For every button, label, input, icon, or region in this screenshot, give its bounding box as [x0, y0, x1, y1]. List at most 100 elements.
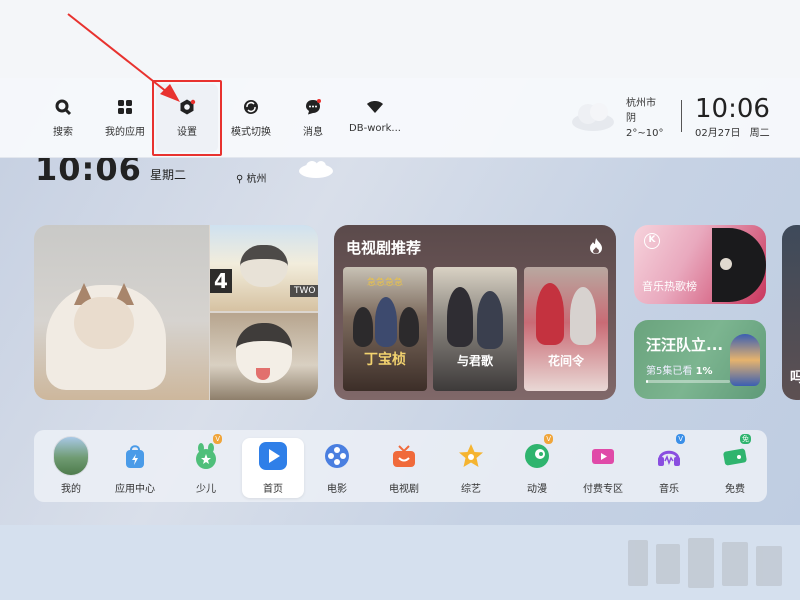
dock-item-free[interactable]: 免 免费 — [704, 434, 766, 495]
star-icon — [453, 438, 489, 474]
free-badge: 免 — [740, 434, 751, 444]
ticket-icon — [585, 438, 621, 474]
poster-head: 急急急急 — [366, 278, 403, 288]
dock-item-variety[interactable]: 综艺 — [440, 438, 502, 495]
continue-watching-title: 汪汪队立... — [646, 336, 724, 354]
wifi-icon — [367, 101, 383, 113]
control-messages-button[interactable]: 消息 — [278, 98, 348, 138]
dock-item-anime[interactable]: V 动漫 — [506, 434, 568, 495]
watch-progress-fill — [646, 380, 648, 383]
control-label: DB-work... — [349, 123, 401, 134]
dog-figure — [240, 245, 288, 287]
poster-figure — [570, 287, 596, 345]
drama-poster[interactable]: 急急急急 丁宝桢 — [343, 267, 427, 391]
dock-item-music[interactable]: V 音乐 — [638, 434, 700, 495]
watch-progress-bar — [646, 380, 730, 383]
dock-label: 电影 — [327, 484, 347, 495]
poster-caption: 丁宝桢 — [364, 352, 406, 368]
dog-photo-bottom — [210, 313, 318, 400]
bottom-nav-dock: 我的 应用中心 V 少儿 首页 电影 电视剧 综艺 V 动漫 付费专区 V 音乐… — [34, 430, 767, 502]
headphone-icon: V — [651, 434, 687, 474]
dock-item-app-center[interactable]: 应用中心 — [104, 438, 166, 495]
k-logo-icon: K — [644, 233, 660, 249]
progress-percent: 1% — [695, 366, 713, 377]
drama-poster[interactable]: 与君歌 — [433, 267, 517, 391]
free-ticket-icon: 免 — [717, 434, 753, 474]
sign-four: 4 — [210, 269, 232, 293]
control-label: 搜索 — [53, 127, 73, 138]
partial-card-text: 吗 — [790, 370, 800, 386]
home-location-label: 杭州 — [246, 174, 267, 185]
control-label: 消息 — [303, 127, 323, 138]
poster-figure — [399, 307, 419, 347]
partial-card[interactable]: 吗 — [782, 225, 800, 400]
anime-icon: V — [519, 434, 555, 474]
app-center-icon — [117, 438, 153, 474]
dog-photo-top: 4 TWO — [210, 225, 318, 311]
dock-label: 免费 — [725, 484, 745, 495]
clock-time: 10:06 — [695, 94, 770, 124]
play-icon — [255, 438, 291, 474]
dock-item-home[interactable]: 首页 — [242, 438, 304, 498]
weather-condition: 阴 — [626, 113, 636, 124]
dock-label: 音乐 — [659, 484, 679, 495]
weekday-label: 周二 — [749, 128, 770, 139]
dock-label: 电视剧 — [389, 484, 419, 495]
vinyl-center — [720, 258, 732, 270]
home-weekday: 星期二 — [150, 168, 187, 182]
photo-album-card[interactable]: 4 TWO — [34, 225, 318, 400]
dock-label: 我的 — [61, 484, 81, 495]
weather-city: 杭州市 — [626, 98, 656, 109]
vip-badge: V — [544, 434, 553, 444]
cloud-icon — [572, 103, 614, 131]
drama-poster[interactable]: 花间令 — [524, 267, 608, 391]
message-icon — [306, 99, 321, 115]
divider — [681, 100, 682, 132]
poster-figure — [477, 291, 503, 349]
dock-label: 少儿 — [196, 484, 216, 495]
home-cloud-icon — [299, 161, 333, 178]
dock-item-kids[interactable]: V 少儿 — [175, 434, 237, 495]
music-card-label: 音乐热歌榜 — [642, 280, 697, 293]
dock-item-paid[interactable]: 付费专区 — [572, 438, 634, 495]
clock-date: 02月27日 周二 — [695, 124, 776, 139]
continue-watching-card[interactable]: 汪汪队立... 第5集已看 1% — [634, 320, 766, 399]
avatar — [53, 436, 89, 476]
weather-temp: 2°~10° — [626, 128, 664, 139]
episode-label: 第5集已看 — [646, 366, 693, 377]
vip-badge: V — [213, 434, 222, 444]
continue-watching-progress-text: 第5集已看 1% — [646, 362, 713, 377]
dock-item-mine[interactable]: 我的 — [40, 436, 102, 495]
location-pin-icon: ⚲ — [236, 174, 244, 185]
home-location: ⚲ 杭州 — [236, 170, 267, 185]
cat-photo — [34, 225, 209, 400]
poster-figure — [447, 287, 473, 347]
tv-recommend-card[interactable]: 电视剧推荐 急急急急 丁宝桢 与君歌 花间令 — [334, 225, 616, 400]
film-reel-icon — [319, 438, 355, 474]
kids-icon: V — [188, 434, 224, 474]
control-wifi-button[interactable]: DB-work... — [340, 98, 410, 134]
dock-label: 付费专区 — [583, 484, 623, 495]
cat-face — [74, 297, 134, 349]
dock-label: 动漫 — [527, 484, 547, 495]
poster-figure — [375, 297, 397, 347]
control-label: 模式切换 — [231, 127, 271, 138]
sign-two: TWO — [290, 285, 318, 297]
fire-icon — [590, 238, 602, 254]
poster-figure — [353, 307, 373, 347]
dock-item-tv-drama[interactable]: 电视剧 — [373, 438, 435, 495]
watermark-logo — [628, 538, 782, 588]
date-label: 02月27日 — [695, 128, 741, 139]
tv-card-title: 电视剧推荐 — [346, 239, 422, 257]
avatar-icon — [53, 436, 89, 476]
control-label: 我的应用 — [105, 127, 145, 138]
tv-icon — [386, 438, 422, 474]
annotation-arrow — [67, 13, 180, 102]
weather-info: 杭州市 阴 2°~10° — [626, 96, 663, 141]
poster-caption: 与君歌 — [456, 354, 493, 368]
dock-item-movie[interactable]: 电影 — [306, 438, 368, 495]
dock-label: 应用中心 — [115, 484, 155, 495]
control-mode-switch-button[interactable]: 模式切换 — [216, 98, 286, 138]
dock-label: 综艺 — [461, 484, 481, 495]
dock-label: 首页 — [263, 484, 283, 495]
